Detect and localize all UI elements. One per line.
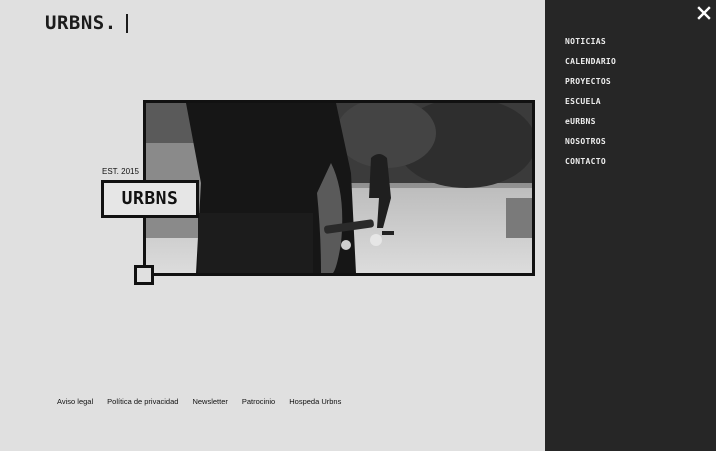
footer-link-aviso-legal[interactable]: Aviso legal (57, 397, 93, 406)
decorative-square (134, 265, 154, 285)
footer-link-patrocinio[interactable]: Patrocinio (242, 397, 275, 406)
footer-link-privacidad[interactable]: Política de privacidad (107, 397, 178, 406)
menu-list: NOTICIAS CALENDARIO PROYECTOS ESCUELA eU… (565, 37, 616, 177)
menu-item-eurbns[interactable]: eURBNS (565, 117, 616, 137)
footer-link-hospeda[interactable]: Hospeda Urbns (289, 397, 341, 406)
menu-item-escuela[interactable]: ESCUELA (565, 97, 616, 117)
logo-cursor-bar (126, 14, 128, 33)
menu-item-noticias[interactable]: NOTICIAS (565, 37, 616, 57)
site-logo[interactable]: URBNS. (45, 12, 117, 34)
menu-item-calendario[interactable]: CALENDARIO (565, 57, 616, 77)
close-icon[interactable] (697, 6, 711, 20)
side-menu: NOTICIAS CALENDARIO PROYECTOS ESCUELA eU… (545, 0, 716, 451)
footer-links: Aviso legal Política de privacidad Newsl… (57, 397, 341, 406)
footer-link-newsletter[interactable]: Newsletter (192, 397, 227, 406)
hero-image-frame (143, 100, 535, 276)
urbns-badge: URBNS (101, 180, 199, 218)
hero-skateboard-photo (146, 103, 532, 273)
menu-item-contacto[interactable]: CONTACTO (565, 157, 616, 177)
menu-item-proyectos[interactable]: PROYECTOS (565, 77, 616, 97)
est-label: EST. 2015 (102, 167, 139, 176)
menu-item-nosotros[interactable]: NOSOTROS (565, 137, 616, 157)
